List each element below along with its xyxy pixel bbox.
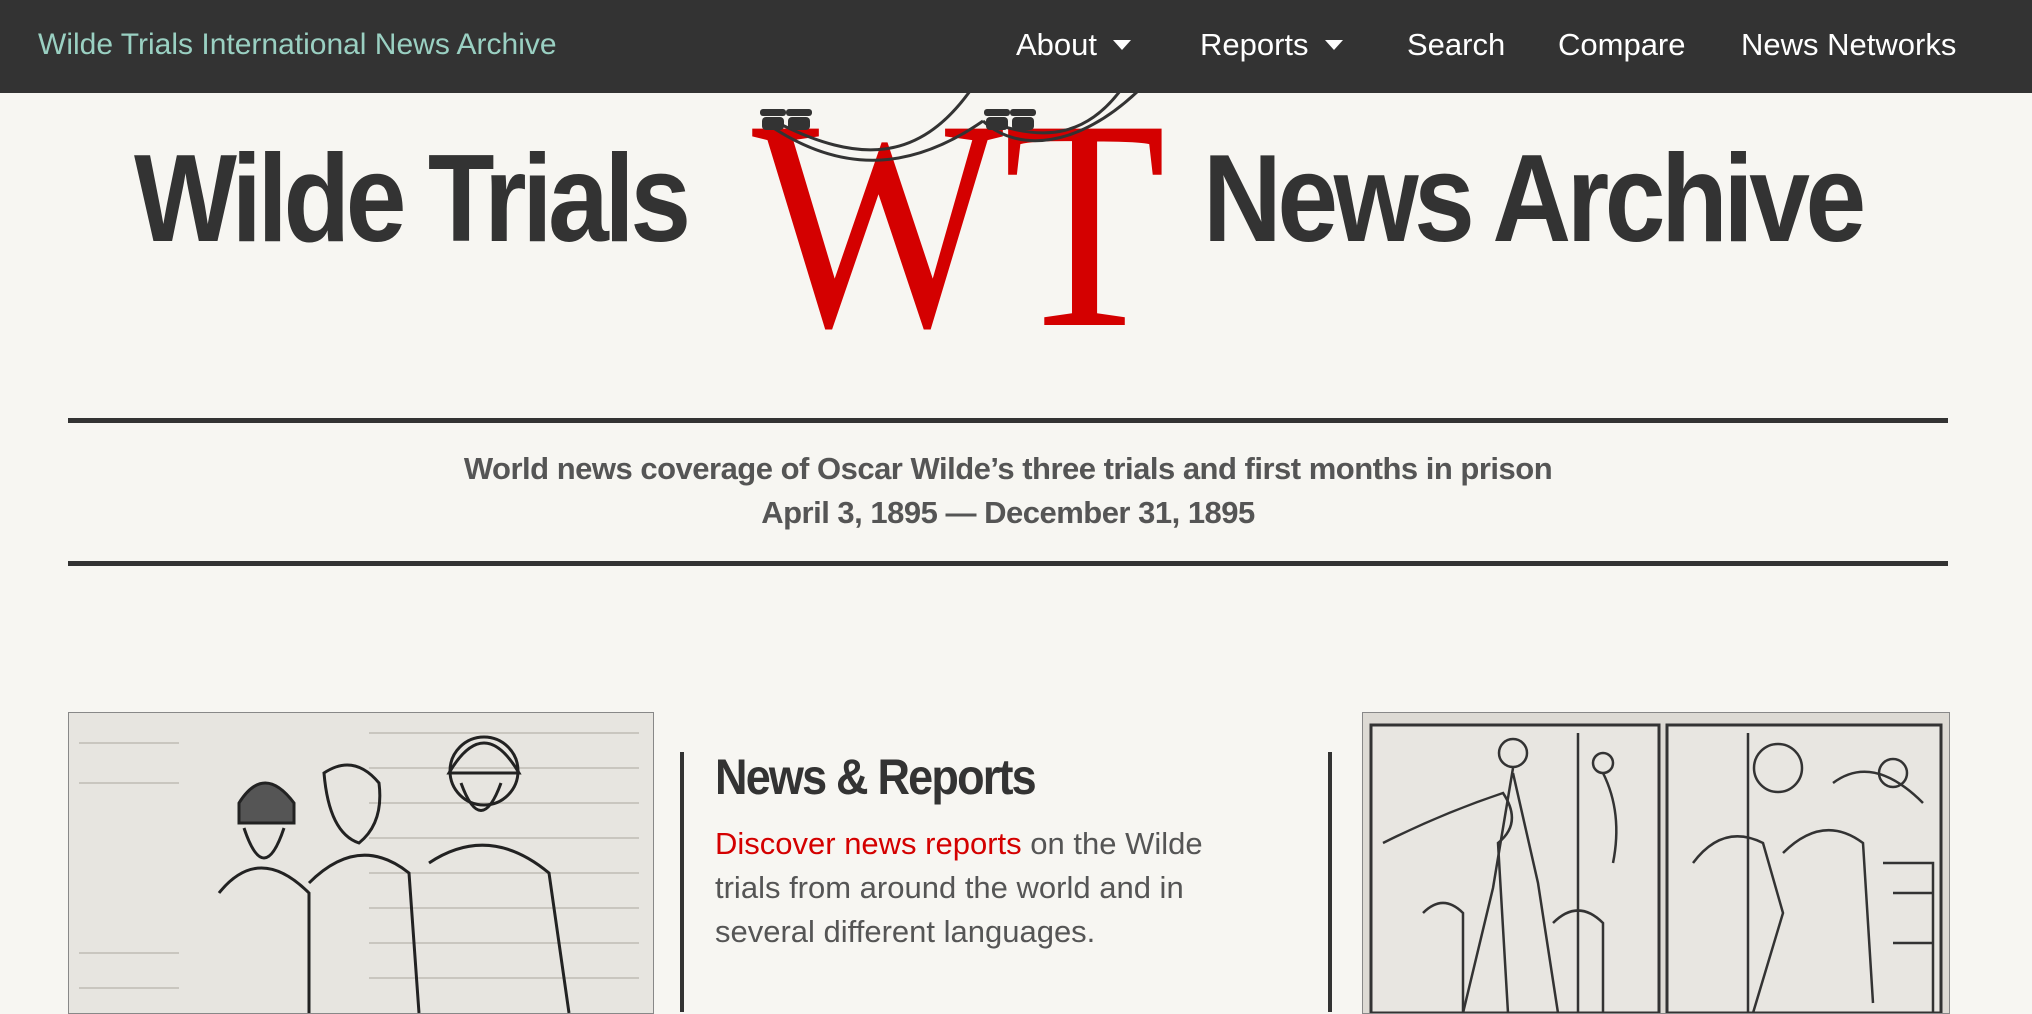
nav-item-label: News Networks <box>1741 27 1957 62</box>
chevron-down-icon <box>1324 39 1343 50</box>
top-navbar: Wilde Trials International News Archive … <box>0 0 2032 93</box>
tagline-line-2: April 3, 1895 — December 31, 1895 <box>761 495 1255 530</box>
nav-item-label: Reports <box>1200 27 1309 62</box>
nav-item-label: Search <box>1407 27 1506 62</box>
nav-item-search[interactable]: Search <box>1407 0 1505 90</box>
logo-letters: WT <box>752 93 1166 333</box>
bottom-divider <box>68 561 1948 566</box>
masthead-title-left: Wilde Trials <box>134 130 691 268</box>
masthead-title-right: News Archive <box>1203 130 1866 268</box>
nav-item-about[interactable]: About <box>1016 0 1132 90</box>
court-scene-illustration <box>1362 712 1950 1014</box>
nav-item-compare[interactable]: Compare <box>1558 0 1686 90</box>
feature-description: Discover news reports on the Wilde trial… <box>715 822 1275 954</box>
nav-item-reports[interactable]: Reports <box>1200 0 1343 90</box>
top-divider <box>68 418 1948 423</box>
feature-title: News & Reports <box>715 749 1037 805</box>
site-brand-link[interactable]: Wilde Trials International News Archive <box>38 0 557 90</box>
nav-item-label: Compare <box>1558 27 1686 62</box>
chevron-down-icon <box>1113 39 1132 50</box>
nav-item-news-networks[interactable]: News Networks <box>1741 0 1956 90</box>
nav-item-label: About <box>1016 27 1098 62</box>
telegraph-wire-logo-icon: WT <box>752 93 1166 333</box>
feature-divider-left <box>680 752 684 1012</box>
tagline-line-1: World news coverage of Oscar Wilde’s thr… <box>463 451 1553 486</box>
wilde-arrest-illustration <box>68 712 654 1014</box>
feature-divider-right <box>1328 752 1332 1012</box>
discover-news-reports-link[interactable]: Discover news reports <box>715 826 1022 861</box>
